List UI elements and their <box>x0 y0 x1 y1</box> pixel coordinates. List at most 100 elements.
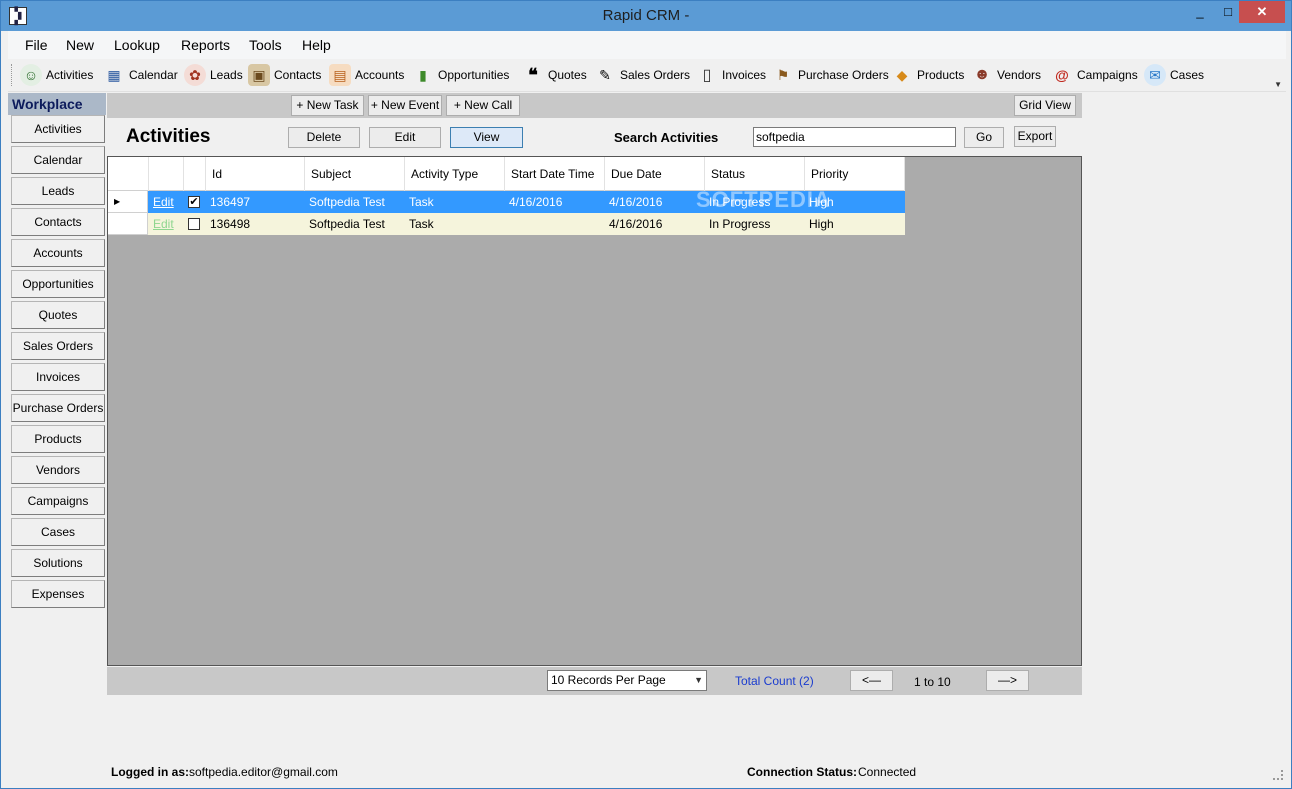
cell-priority: High <box>809 217 834 231</box>
toolbar-purchase-orders[interactable]: ⚑ Purchase Orders <box>772 63 889 87</box>
toolbar-cases[interactable]: ✉ Cases <box>1144 63 1204 87</box>
menu-tools[interactable]: Tools <box>249 37 282 53</box>
toolbar-label: Leads <box>210 68 243 82</box>
menu-new[interactable]: New <box>66 37 94 53</box>
minimize-button[interactable]: _ <box>1185 1 1215 23</box>
sidebar-item-purchase-orders[interactable]: Purchase Orders <box>11 394 105 422</box>
header-priority[interactable]: Priority <box>805 157 905 191</box>
new-call-button[interactable]: + New Call <box>446 95 520 116</box>
grid-header: Id Subject Activity Type Start Date Time… <box>108 157 905 191</box>
sidebar-item-calendar[interactable]: Calendar <box>11 146 105 174</box>
total-count: Total Count (2) <box>735 674 814 688</box>
sidebar-item-invoices[interactable]: Invoices <box>11 363 105 391</box>
delete-button[interactable]: Delete <box>288 127 360 148</box>
header-subject[interactable]: Subject <box>305 157 405 191</box>
sidebar-item-quotes[interactable]: Quotes <box>11 301 105 329</box>
search-input[interactable]: softpedia <box>753 127 956 147</box>
connection-status-label: Connection Status: <box>747 765 857 779</box>
edit-button[interactable]: Edit <box>369 127 441 148</box>
toolbar-calendar[interactable]: ▦ Calendar <box>103 63 177 87</box>
toolbar-label: Purchase Orders <box>798 68 889 82</box>
leads-icon: ✿ <box>184 64 206 86</box>
resize-grip[interactable] <box>1273 770 1283 780</box>
row-selector[interactable] <box>108 213 148 235</box>
toolbar-label: Cases <box>1170 68 1205 82</box>
sidebar-item-cases[interactable]: Cases <box>11 518 105 546</box>
row-selector[interactable]: ▶ <box>108 191 148 213</box>
purchase-orders-icon: ⚑ <box>776 66 790 83</box>
export-button[interactable]: Export <box>1014 126 1056 147</box>
cell-id: 136497 <box>210 195 251 209</box>
header-row-selector <box>108 157 149 191</box>
sidebar-item-contacts[interactable]: Contacts <box>11 208 105 236</box>
toolbar: ☺ Activities ▦ Calendar ✿ Leads ▣ Contac… <box>8 60 1286 92</box>
toolbar-opportunities[interactable]: ▮ Opportunities <box>412 63 509 87</box>
row-checkbox[interactable]: ✔ <box>188 196 200 208</box>
grid-view-button[interactable]: Grid View <box>1014 95 1076 116</box>
activities-grid: Id Subject Activity Type Start Date Time… <box>107 156 1082 666</box>
toolbar-label: Invoices <box>722 68 767 82</box>
sidebar-item-solutions[interactable]: Solutions <box>11 549 105 577</box>
menu-reports[interactable]: Reports <box>181 37 230 53</box>
main-panel: + New Task + New Event + New Call Grid V… <box>107 93 1082 697</box>
cell-start-date: 4/16/2016 <box>509 195 563 209</box>
logged-in-label: Logged in as: <box>111 765 189 779</box>
sidebar-item-accounts[interactable]: Accounts <box>11 239 105 267</box>
window-title: Rapid CRM - <box>602 7 690 24</box>
go-button[interactable]: Go <box>964 127 1004 148</box>
sidebar-item-opportunities[interactable]: Opportunities <box>11 270 105 298</box>
row-edit-link[interactable]: Edit <box>149 191 184 213</box>
table-row[interactable]: Edit 136498 Softpedia Test Task 4/16/201… <box>108 213 905 235</box>
toolbar-overflow-icon[interactable]: ▼ <box>1274 80 1282 89</box>
sidebar-item-vendors[interactable]: Vendors <box>11 456 105 484</box>
toolbar-products[interactable]: ◆ Products <box>891 63 965 87</box>
title-bar[interactable]: ▚ ▞ Rapid CRM - _ □ ✕ <box>1 1 1291 31</box>
toolbar-label: Campaigns <box>1077 68 1138 82</box>
toolbar-label: Products <box>917 68 965 82</box>
toolbar-campaigns[interactable]: @ Campaigns <box>1051 63 1138 87</box>
close-button[interactable]: ✕ <box>1239 1 1285 23</box>
toolbar-activities[interactable]: ☺ Activities <box>20 63 93 87</box>
header-activity-type[interactable]: Activity Type <box>405 157 505 191</box>
accounts-icon: ▤ <box>329 64 351 86</box>
new-task-button[interactable]: + New Task <box>291 95 364 116</box>
menu-lookup[interactable]: Lookup <box>114 37 160 53</box>
sidebar-item-activities[interactable]: Activities <box>11 115 105 143</box>
records-per-page-value: 10 Records Per Page <box>551 673 666 687</box>
sidebar-item-leads[interactable]: Leads <box>11 177 105 205</box>
sidebar-item-expenses[interactable]: Expenses <box>11 580 105 608</box>
header-id[interactable]: Id <box>206 157 305 191</box>
sidebar-item-products[interactable]: Products <box>11 425 105 453</box>
cell-activity-type: Task <box>409 195 434 209</box>
menu-file[interactable]: File <box>25 37 48 53</box>
header-status[interactable]: Status <box>705 157 805 191</box>
search-label: Search Activities <box>614 130 719 145</box>
toolbar-grip[interactable] <box>11 64 14 86</box>
sidebar-item-campaigns[interactable]: Campaigns <box>11 487 105 515</box>
toolbar-quotes[interactable]: ❝ Quotes <box>522 63 587 87</box>
toolbar-vendors[interactable]: ☻ Vendors <box>971 63 1041 87</box>
toolbar-accounts[interactable]: ▤ Accounts <box>329 63 404 87</box>
records-per-page-select[interactable]: 10 Records Per Page ▼ <box>547 670 707 691</box>
toolbar-contacts[interactable]: ▣ Contacts <box>248 63 321 87</box>
cell-id: 136498 <box>210 217 251 231</box>
view-button[interactable]: View <box>450 127 523 148</box>
prev-page-button[interactable]: <— <box>850 670 893 691</box>
row-checkbox[interactable] <box>188 218 200 230</box>
toolbar-invoices[interactable]: ▯ Invoices <box>696 63 766 87</box>
header-start-date[interactable]: Start Date Time <box>505 157 605 191</box>
sidebar: Workplace Activities Calendar Leads Cont… <box>8 93 107 613</box>
chevron-down-icon: ▼ <box>694 675 703 685</box>
sales-orders-icon: ✎ <box>599 66 611 83</box>
toolbar-sales-orders[interactable]: ✎ Sales Orders <box>594 63 690 87</box>
cell-status: In Progress <box>709 217 771 231</box>
header-due-date[interactable]: Due Date <box>605 157 705 191</box>
page-title: Activities <box>126 126 211 147</box>
toolbar-leads[interactable]: ✿ Leads <box>184 63 243 87</box>
cell-subject: Softpedia Test <box>309 195 385 209</box>
next-page-button[interactable]: —> <box>986 670 1029 691</box>
menu-help[interactable]: Help <box>302 37 331 53</box>
row-edit-link[interactable]: Edit <box>149 213 184 235</box>
new-event-button[interactable]: + New Event <box>368 95 442 116</box>
sidebar-item-sales-orders[interactable]: Sales Orders <box>11 332 105 360</box>
